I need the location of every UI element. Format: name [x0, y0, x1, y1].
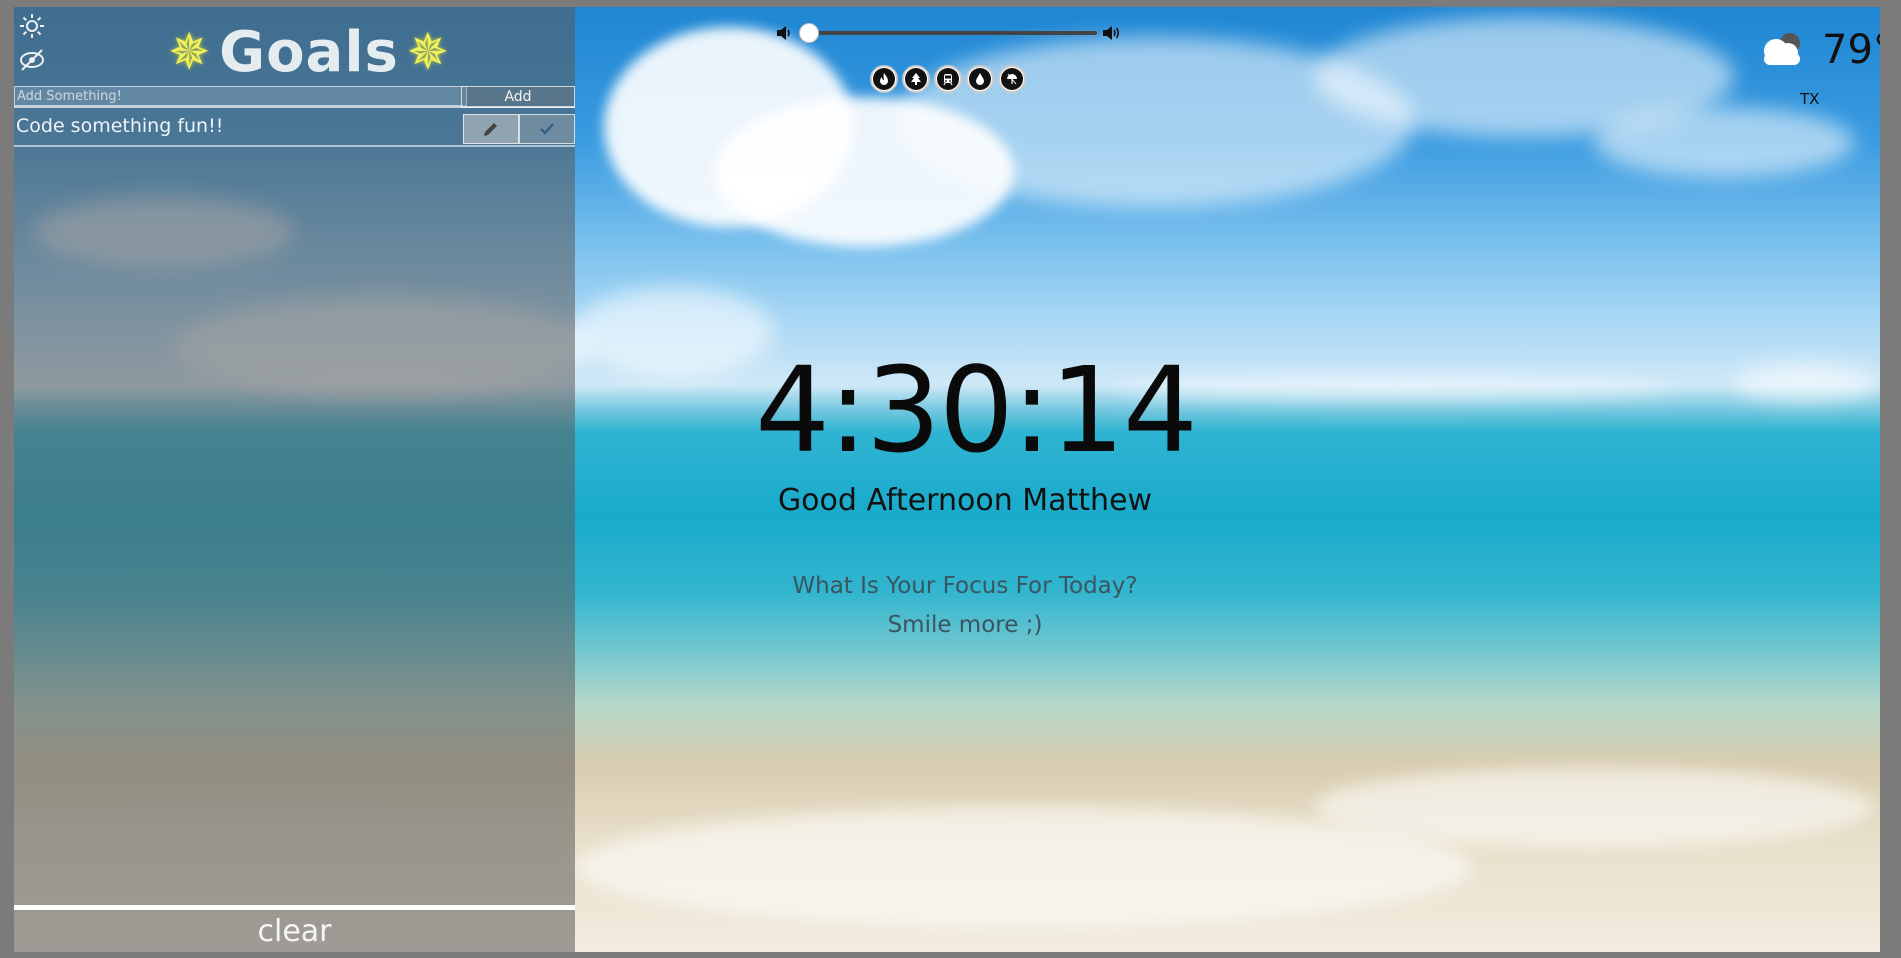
cloud-icon [1756, 29, 1808, 69]
add-goal-button[interactable]: Add [461, 86, 575, 108]
edit-goal-button[interactable] [463, 114, 519, 144]
star-icon: ✵ [406, 23, 450, 81]
cloud-decoration [1114, 377, 1674, 399]
focus-answer[interactable]: Smile more ;) [714, 612, 1216, 638]
forest-sound-button[interactable] [902, 65, 930, 93]
eye-slash-icon[interactable] [19, 47, 45, 73]
cloud-decoration [1594, 107, 1854, 177]
foam-decoration [1314, 767, 1874, 847]
add-goal-input[interactable] [14, 86, 467, 106]
focus-question: What Is Your Focus For Today? [792, 573, 1138, 599]
train-icon [943, 74, 953, 86]
cloud-decoration [1734, 362, 1874, 402]
checkmark-icon [540, 123, 554, 135]
goal-item-text: Code something fun!! [16, 115, 224, 137]
water-drop-icon [976, 73, 984, 85]
pencil-icon [484, 123, 497, 136]
divider [14, 106, 575, 108]
volume-slider[interactable] [799, 23, 1097, 43]
goals-title-text: Goals [219, 19, 399, 85]
divider [14, 905, 575, 910]
temperature: 79° [1822, 27, 1880, 73]
complete-goal-button[interactable] [519, 114, 575, 144]
tree-icon [911, 73, 921, 85]
goals-panel: ✵ Goals ✵ Add Code something fun!! clear [14, 7, 575, 952]
add-goal-row: Add [14, 86, 575, 108]
goals-heading: ✵ Goals ✵ [144, 17, 474, 87]
fire-sound-button[interactable] [870, 65, 898, 93]
location-label: TX [1800, 90, 1820, 108]
greeting: Good Afternoon Matthew [777, 483, 1153, 518]
umbrella-rain-icon [1007, 73, 1017, 85]
foam-decoration [574, 807, 1474, 927]
goal-list-item: Code something fun!! [14, 111, 575, 147]
clock: 4:30:14 [755, 341, 1198, 479]
volume-low-icon[interactable] [774, 23, 794, 43]
volume-high-icon[interactable] [1101, 23, 1121, 43]
cloud-decoration [574, 287, 774, 377]
fire-icon [880, 73, 888, 85]
star-icon: ✵ [168, 23, 212, 81]
sun-icon[interactable] [19, 13, 45, 39]
water-sound-button[interactable] [966, 65, 994, 93]
volume-thumb[interactable] [799, 23, 819, 43]
rain-sound-button[interactable] [998, 65, 1026, 93]
train-sound-button[interactable] [934, 65, 962, 93]
background-scene: ✵ Goals ✵ Add Code something fun!! clear [14, 7, 1880, 952]
clear-goals-button[interactable]: clear [14, 912, 575, 952]
volume-track [801, 31, 1097, 35]
